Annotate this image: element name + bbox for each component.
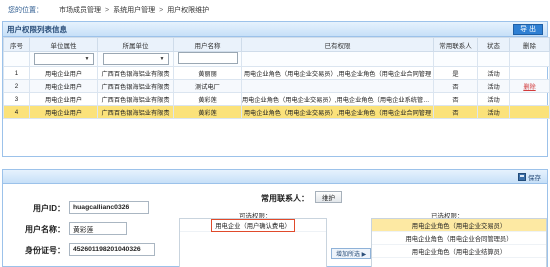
cell-perm: 用电企业角色（用电企业交易员）,用电企业角色（用电企业合同管理 — [241, 66, 434, 80]
cell-contact: 否 — [433, 92, 478, 106]
user-name-label: 用户名称： — [25, 225, 65, 234]
contact-maintain-button[interactable]: 维护 — [315, 191, 342, 203]
name-filter-input[interactable] — [177, 52, 238, 64]
cell-delete: 删除 — [509, 79, 550, 93]
breadcrumb-separator: > — [159, 6, 164, 14]
cell-status: 活动 — [477, 92, 510, 106]
list-panel-header: 用户权限列表信息 导 出 — [3, 22, 547, 37]
breadcrumb-item-system-users[interactable]: 系统用户管理 — [113, 5, 155, 15]
filter-cell-empty — [241, 51, 434, 67]
cell-contact: 是 — [433, 66, 478, 80]
col-header-name[interactable]: 用户名称 — [173, 37, 242, 52]
available-item-label: 用电企业（用户确认费电） — [211, 218, 295, 232]
filter-cell-name — [173, 51, 242, 67]
cell-attr: 用电企业用户 — [29, 105, 98, 119]
cell-attr: 用电企业用户 — [29, 66, 98, 80]
unit-filter-select[interactable]: ▼ — [102, 53, 169, 65]
cell-unit: 广西百色银海铝业有限责 — [97, 79, 174, 93]
breadcrumb-lead: 您的位置： — [8, 7, 43, 14]
cell-unit: 广西百色银海铝业有限责 — [97, 92, 174, 106]
add-selected-button[interactable]: 增加所选 ▶ — [331, 248, 372, 259]
chevron-down-icon: ▼ — [84, 56, 90, 62]
cell-name: 黄彩莲 — [173, 92, 242, 106]
cell-delete — [509, 92, 550, 106]
col-header-status[interactable]: 状态 — [477, 37, 510, 52]
id-card-label: 身份证号： — [25, 246, 65, 255]
cell-contact: 否 — [433, 105, 478, 119]
table-row[interactable]: 2 用电企业用户 广西百色银海铝业有限责 测试电厂 否 活动 删除 — [3, 79, 550, 93]
cell-perm: 用电企业角色（用电企业交易员）,用电企业角色（用电企业系统管理员）,用电企业角色… — [241, 92, 434, 106]
cell-no: 1 — [3, 66, 30, 80]
detail-panel-header: 保存 — [3, 170, 547, 184]
cell-delete — [509, 66, 550, 80]
export-button[interactable]: 导 出 — [513, 23, 543, 35]
table-row[interactable]: 3 用电企业用户 广西百色银海铝业有限责 黄彩莲 用电企业角色（用电企业交易员）… — [3, 92, 550, 106]
cell-perm — [241, 79, 434, 93]
available-permissions-list: 用电企业（用户确认费电） — [179, 218, 327, 267]
filter-row: ▼ ▼ — [3, 51, 550, 67]
cell-no: 4 — [3, 105, 30, 119]
col-header-attr[interactable]: 单位属性 — [29, 37, 98, 52]
cell-delete — [509, 105, 550, 119]
user-name-field[interactable]: 黄彩莲 — [69, 222, 127, 235]
permission-list-panel: 用户权限列表信息 导 出 序号 单位属性 所属单位 用户名称 已有权限 常用联系… — [2, 21, 550, 157]
list-panel-title: 用户权限列表信息 — [7, 24, 67, 34]
cell-attr: 用电企业用户 — [29, 79, 98, 93]
save-button[interactable]: 保存 — [518, 172, 541, 182]
table-row-selected[interactable]: 4 用电企业用户 广西百色银海铝业有限责 黄彩莲 用电企业角色（用电企业交易员）… — [3, 105, 550, 119]
cell-status: 活动 — [477, 79, 510, 93]
cell-perm: 用电企业角色（用电企业交易员）,用电企业角色（用电企业合同管理 — [241, 105, 434, 119]
cell-name: 黄丽丽 — [173, 66, 242, 80]
col-header-unit[interactable]: 所属单位 — [97, 37, 174, 52]
cell-name: 黄彩莲 — [173, 105, 242, 119]
list-item[interactable]: 用电企业（用户确认费电） — [180, 218, 326, 232]
filter-cell-empty — [477, 51, 510, 67]
filter-cell-empty — [433, 51, 478, 67]
cell-name: 测试电厂 — [173, 79, 242, 93]
cell-no: 3 — [3, 92, 30, 106]
cell-unit: 广西百色银海铝业有限责 — [97, 105, 174, 119]
list-item[interactable]: 用电企业角色（用电企业结算员） — [372, 245, 546, 258]
cell-unit: 广西百色银海铝业有限责 — [97, 66, 174, 80]
list-item[interactable]: 用电企业角色（用电企业合同管理员） — [372, 232, 546, 245]
cell-contact: 否 — [433, 79, 478, 93]
breadcrumb-item-permission: 用户权限维护 — [167, 7, 210, 14]
cell-no: 2 — [3, 79, 30, 93]
attr-filter-select[interactable]: ▼ — [33, 53, 94, 65]
save-icon — [518, 172, 526, 181]
id-card-field[interactable]: 452601198201040326 — [69, 243, 155, 256]
user-id-label: 用户ID： — [33, 204, 65, 213]
delete-link[interactable]: 删除 — [523, 84, 535, 91]
breadcrumb: 您的位置： 市场成员管理 > 系统用户管理 > 用户权限维护 — [0, 0, 550, 20]
list-item[interactable]: 用电企业角色（用电企业交易员） — [372, 219, 546, 232]
col-header-perm[interactable]: 已有权限 — [241, 37, 434, 52]
cell-status: 活动 — [477, 66, 510, 80]
contact-label: 常用联系人： — [261, 194, 309, 203]
table-row[interactable]: 1 用电企业用户 广西百色银海铝业有限责 黄丽丽 用电企业角色（用电企业交易员）… — [3, 66, 550, 80]
chevron-down-icon: ▼ — [159, 56, 165, 62]
cell-status: 活动 — [477, 105, 510, 119]
user-detail-panel: 保存 用户ID： huagcallianc0326 用户名称： 黄彩莲 身份证号… — [2, 169, 548, 267]
table-header-row: 序号 单位属性 所属单位 用户名称 已有权限 常用联系人 状态 删除 — [3, 37, 550, 52]
col-header-delete[interactable]: 删除 — [509, 37, 550, 52]
selected-permissions-list: 用电企业角色（用电企业交易员） 用电企业角色（用电企业合同管理员） 用电企业角色… — [371, 218, 547, 267]
cell-attr: 用电企业用户 — [29, 92, 98, 106]
save-label: 保存 — [528, 174, 541, 182]
filter-cell-empty — [3, 51, 30, 67]
breadcrumb-item-market[interactable]: 市场成员管理 — [59, 5, 101, 15]
breadcrumb-separator: > — [105, 6, 110, 14]
col-header-no[interactable]: 序号 — [3, 37, 30, 52]
filter-cell-empty — [509, 51, 550, 67]
col-header-contact[interactable]: 常用联系人 — [433, 37, 478, 52]
user-id-field[interactable]: huagcallianc0326 — [69, 201, 149, 214]
permission-table: 序号 单位属性 所属单位 用户名称 已有权限 常用联系人 状态 删除 ▼ ▼ 1… — [3, 37, 550, 119]
filter-cell-attr: ▼ — [29, 51, 98, 67]
filter-cell-unit: ▼ — [97, 51, 174, 67]
